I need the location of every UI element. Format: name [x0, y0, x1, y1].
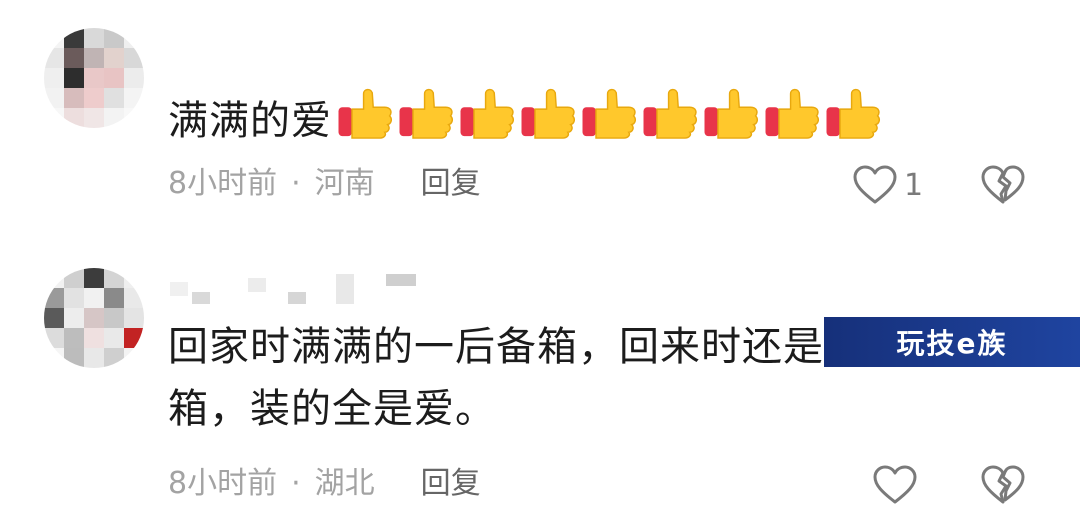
- timestamp: 8小时前: [168, 166, 278, 201]
- avatar[interactable]: [44, 28, 144, 128]
- location: 河南: [314, 166, 375, 201]
- heart-outline-icon: [873, 465, 917, 504]
- location: 湖北: [314, 466, 375, 501]
- meta-separator: ·: [291, 466, 301, 501]
- thumbs-up-emoji: [765, 88, 820, 139]
- broken-heart-icon: [981, 465, 1025, 504]
- comment-text: 回家时满满的一后备箱，回来时还是 箱，装的全是爱。: [168, 316, 824, 440]
- comment-text-body: 满满的爱: [168, 98, 332, 144]
- broken-heart-icon: [981, 165, 1025, 204]
- username-blurred[interactable]: [170, 268, 430, 308]
- avatar[interactable]: [44, 268, 144, 368]
- thumbs-up-emoji: [704, 88, 759, 139]
- comment-list: 满满的爱 8小时前 · 河南 回复 1 回家时满满的一后备箱，回来时还是 箱，装…: [0, 0, 1080, 530]
- heart-outline-icon: [853, 165, 897, 204]
- thumbs-up-emoji: [399, 88, 454, 139]
- thumbs-up-emoji: [338, 88, 393, 139]
- thumbs-up-emoji: [582, 88, 637, 139]
- comment-meta: 8小时前 · 河南 回复: [168, 164, 481, 204]
- thumbs-up-emoji: [643, 88, 698, 139]
- thumbs-up-emoji: [460, 88, 515, 139]
- thumbs-up-emoji: [521, 88, 576, 139]
- dislike-button[interactable]: [980, 164, 1026, 206]
- comment-text-line: 回家时满满的一后备箱，回来时还是: [168, 324, 824, 370]
- reply-button[interactable]: 回复: [421, 164, 481, 204]
- timestamp: 8小时前: [168, 466, 278, 501]
- thumbs-up-emoji-row: [336, 86, 883, 140]
- comment-text: 满满的爱: [168, 86, 883, 152]
- dislike-button[interactable]: [980, 464, 1026, 506]
- comment-text-line: 箱，装的全是爱。: [168, 386, 496, 432]
- comment-meta: 8小时前 · 湖北 回复: [168, 464, 481, 504]
- watermark: 玩技e族: [824, 317, 1080, 367]
- thumbs-up-emoji: [826, 88, 881, 139]
- like-button[interactable]: [872, 464, 918, 506]
- meta-separator: ·: [291, 166, 301, 201]
- like-count: 1: [904, 167, 924, 203]
- like-button[interactable]: 1: [852, 164, 923, 206]
- reply-button[interactable]: 回复: [421, 464, 481, 504]
